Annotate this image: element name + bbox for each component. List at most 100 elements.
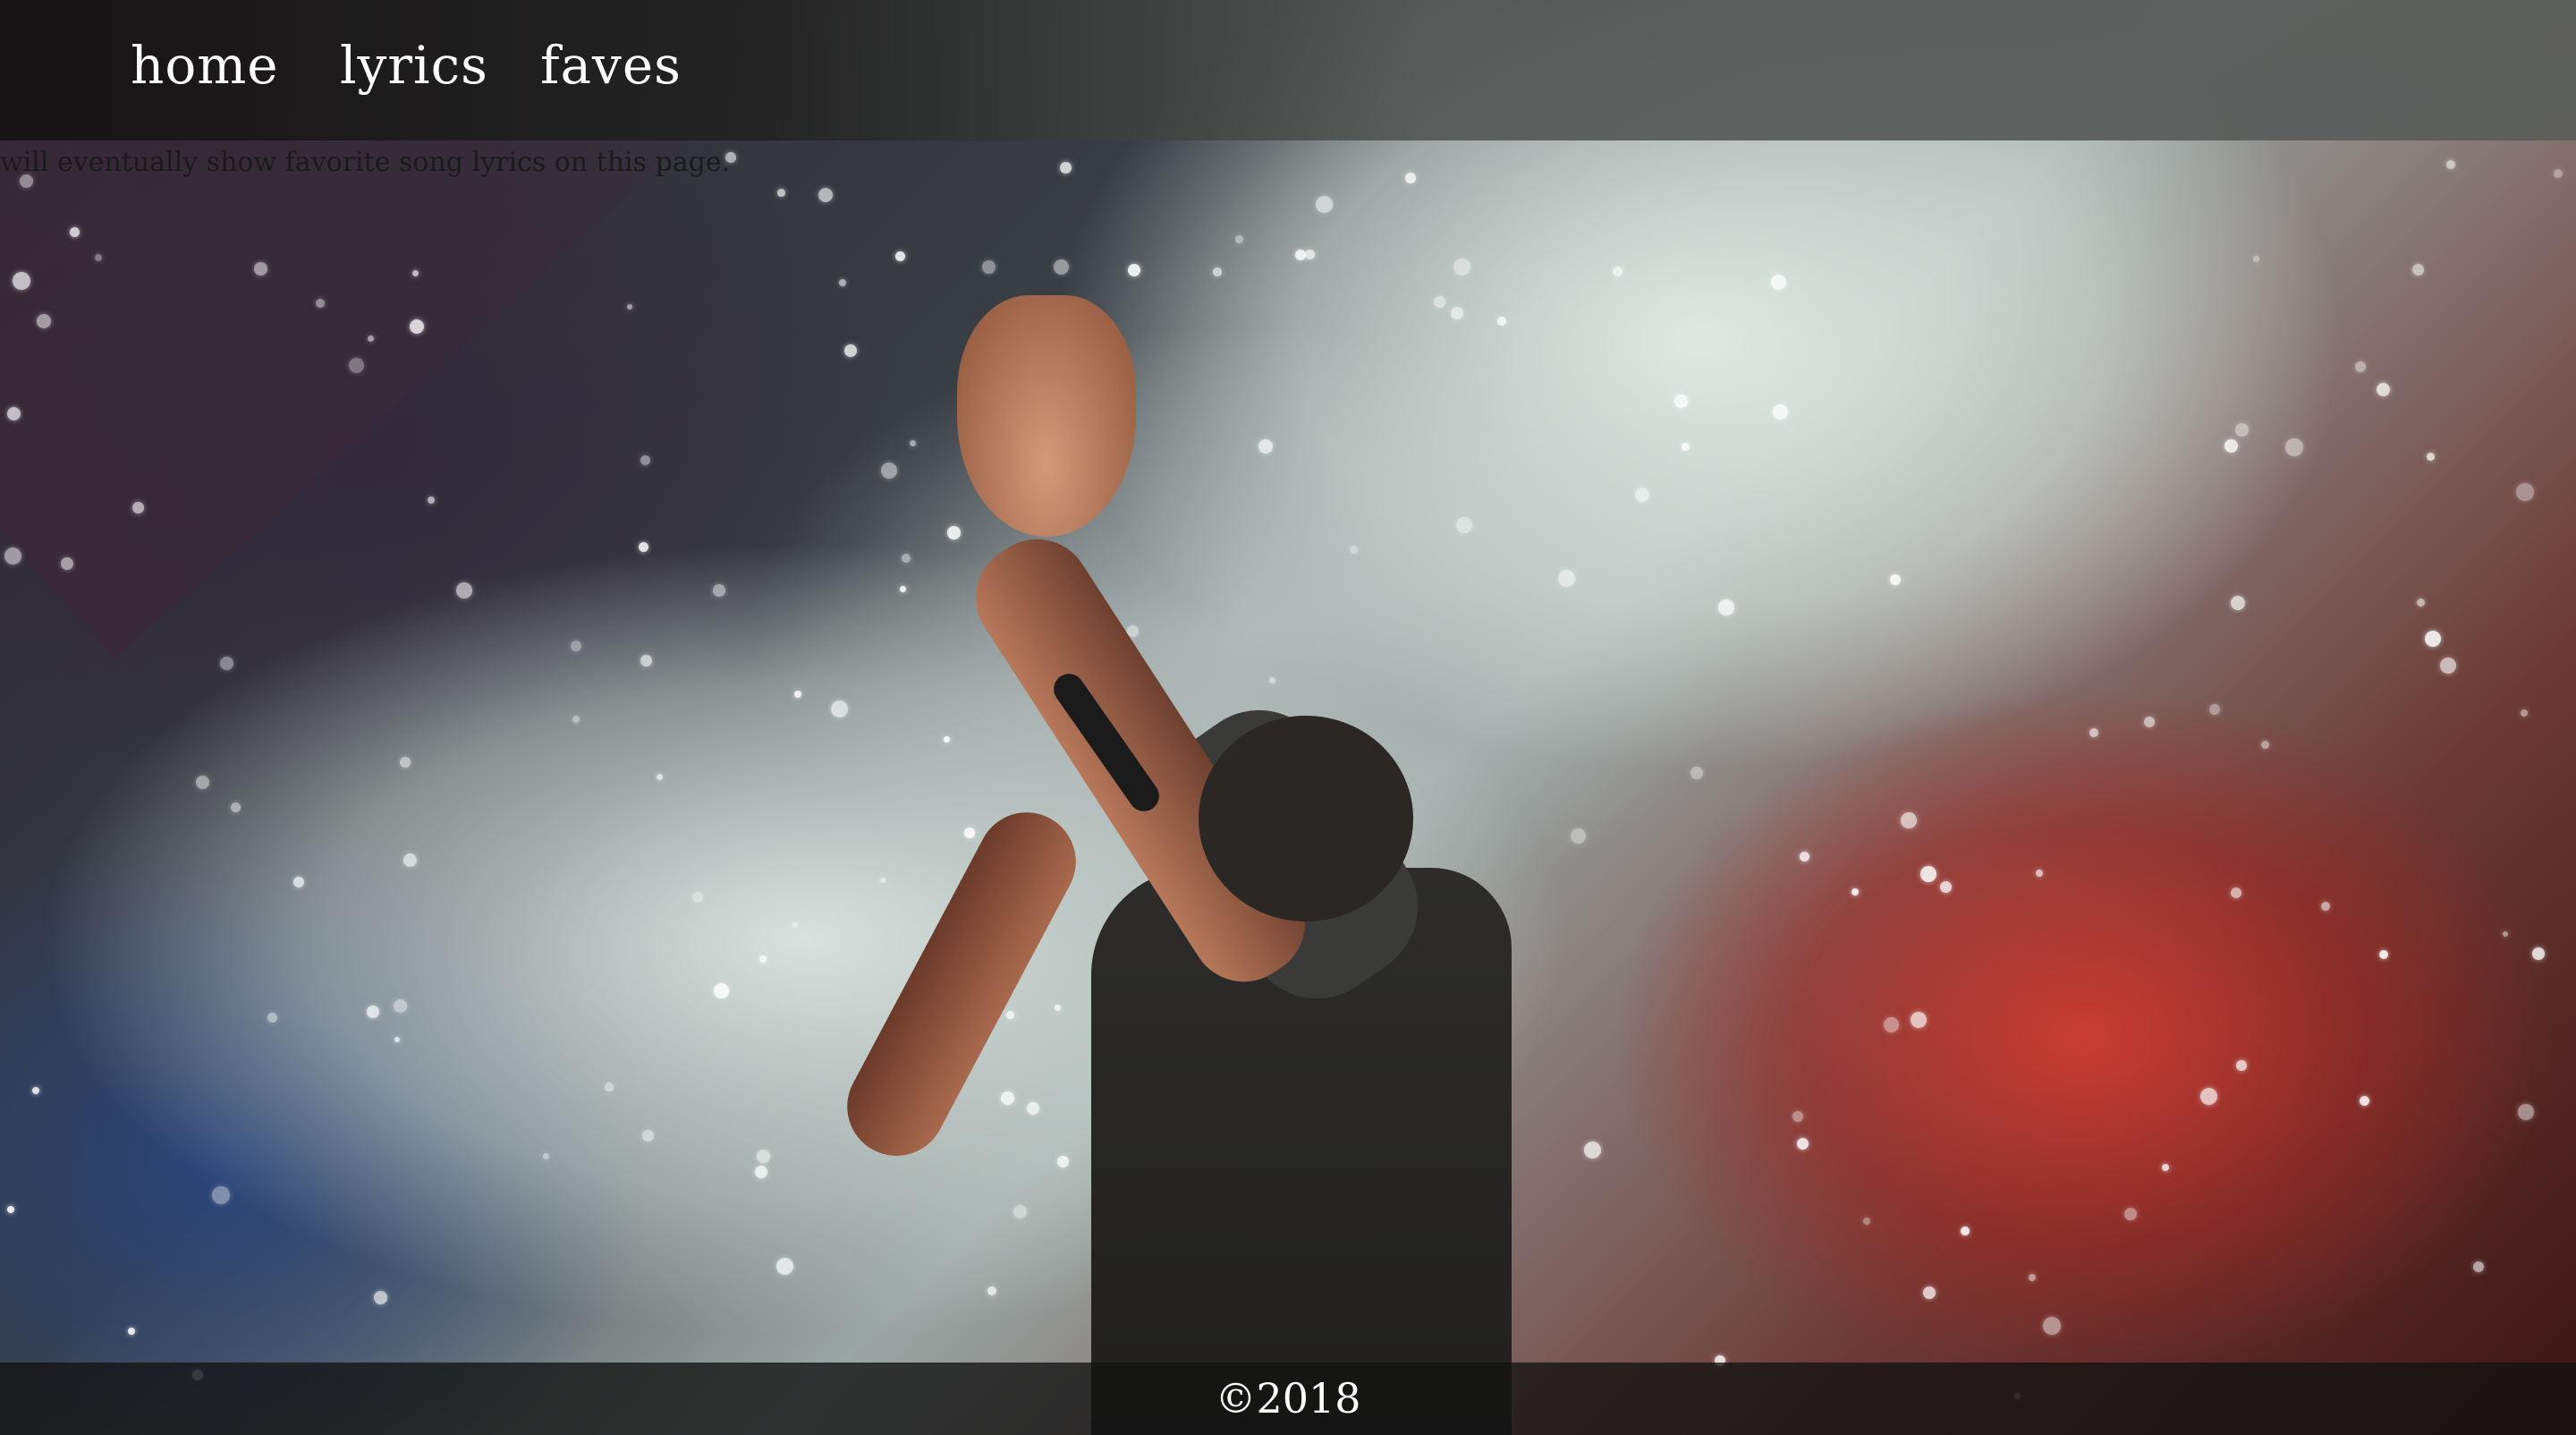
sparkle-dot	[713, 584, 725, 597]
sparkle-dot	[2412, 264, 2425, 276]
sparkle-dot	[267, 1013, 277, 1023]
sparkle-dot	[2236, 1060, 2247, 1071]
sparkle-dot	[1884, 1017, 1899, 1032]
nav-link-faves[interactable]: faves	[540, 34, 682, 97]
sparkle-dot	[196, 776, 210, 790]
sparkle-dot	[1128, 264, 1141, 277]
sparkle-dot	[1571, 828, 1587, 845]
sparkle-dot	[2503, 931, 2509, 938]
nav-link-home[interactable]: home	[131, 34, 279, 97]
sparkle-dot	[1558, 570, 1576, 588]
sparkle-dot	[1682, 443, 1690, 451]
sparkle-dot	[2285, 438, 2303, 456]
sparkle-dot	[714, 983, 729, 998]
sparkle-dot	[2043, 1317, 2061, 1335]
sparkle-dot	[1852, 888, 1859, 896]
sparkle-dot	[2427, 453, 2436, 462]
performer-raised-hand	[957, 295, 1136, 537]
sparkle-dot	[755, 1166, 767, 1178]
sparkle-dot	[231, 802, 242, 813]
sparkle-dot	[2554, 169, 2563, 179]
performer-silhouette	[829, 295, 1556, 1435]
sparkle-dot	[2162, 1164, 2169, 1171]
sparkle-dot	[2261, 741, 2270, 750]
sparkle-dot	[1923, 1286, 1936, 1300]
sparkle-dot	[543, 1153, 550, 1160]
sparkle-dot	[2235, 423, 2250, 437]
sparkle-dot	[394, 999, 408, 1014]
sparkle-dot	[1613, 267, 1623, 276]
sparkle-dot	[794, 691, 801, 698]
sparkle-dot	[657, 774, 663, 780]
sparkle-dot	[1773, 404, 1788, 420]
sparkle-dot	[572, 716, 580, 723]
sparkle-dot	[374, 1291, 387, 1304]
performer-left-arm	[829, 794, 1094, 1174]
sparkle-dot	[2417, 599, 2426, 607]
sparkle-dot	[412, 270, 419, 276]
sparkle-dot	[2518, 1104, 2534, 1120]
sparkle-dot	[1054, 259, 1070, 276]
sparkle-dot	[2473, 1261, 2485, 1273]
sparkle-dot	[792, 922, 799, 929]
sparkle-dot	[2036, 870, 2044, 878]
sparkle-dot	[132, 502, 144, 514]
sparkle-dot	[692, 892, 703, 903]
background-concert-photo	[0, 0, 2576, 1435]
sparkle-dot	[400, 757, 411, 768]
sparkle-dot	[640, 655, 652, 667]
copyright-text: ©2018	[1215, 1374, 1361, 1422]
sparkle-dot	[2200, 1088, 2217, 1105]
sparkle-dot	[1584, 1142, 1601, 1159]
sparkle-dot	[1797, 1138, 1809, 1150]
sparkle-dot	[1635, 488, 1650, 503]
top-navigation-bar: home lyrics faves	[0, 0, 2576, 140]
performer-head	[1199, 716, 1413, 921]
sparkle-dot	[2532, 947, 2545, 960]
sparkle-dot	[2253, 256, 2260, 263]
sparkle-dot	[2144, 717, 2156, 728]
sparkle-dot	[839, 279, 846, 286]
sparkle-dot	[367, 1006, 380, 1019]
page-footer: ©2018	[0, 1363, 2576, 1435]
sparkle-dot	[895, 251, 905, 261]
sparkle-dot	[2425, 631, 2442, 648]
sparkle-dot	[1213, 267, 1222, 276]
sparkle-dot	[777, 189, 785, 197]
sparkle-dot	[757, 1150, 771, 1164]
sparkle-dot	[394, 1037, 401, 1043]
sparkle-dot	[1920, 866, 1936, 882]
sparkle-dot	[1911, 1012, 1927, 1028]
sparkle-dot	[759, 955, 767, 963]
nav-link-lyrics[interactable]: lyrics	[340, 34, 488, 97]
sparkle-dot	[2224, 439, 2239, 454]
sparkle-dot	[32, 1087, 39, 1094]
sparkle-dot	[2231, 596, 2245, 610]
sparkle-dot	[1718, 599, 1735, 616]
sparkle-dot	[776, 1258, 794, 1276]
sparkle-dot	[627, 304, 633, 310]
sparkle-dot	[1771, 275, 1787, 291]
sparkle-dot	[1060, 162, 1072, 174]
sparkle-dot	[2321, 902, 2331, 912]
sparkle-dot	[1940, 881, 1953, 894]
sparkle-dot	[2521, 709, 2529, 718]
sparkle-dot	[1792, 1111, 1803, 1122]
sparkle-dot	[128, 1328, 136, 1336]
sparkle-dot	[4, 548, 22, 565]
sparkle-dot	[1453, 259, 1470, 276]
sparkle-dot	[37, 314, 51, 328]
sparkle-dot	[818, 188, 834, 203]
sparkle-dot	[61, 557, 73, 570]
sparkle-dot	[456, 582, 472, 599]
sparkle-dot	[254, 262, 267, 276]
sparkle-dot	[2440, 658, 2456, 674]
sparkle-dot	[2231, 887, 2242, 899]
sparkle-dot	[831, 701, 849, 718]
sparkle-dot	[2029, 1274, 2036, 1281]
sparkle-dot	[642, 1130, 654, 1142]
page-intro-text: will eventually show favorite song lyric…	[0, 147, 731, 178]
sparkle-dot	[571, 641, 581, 651]
sparkle-dot	[70, 227, 80, 237]
sparkle-dot	[1901, 812, 1917, 828]
